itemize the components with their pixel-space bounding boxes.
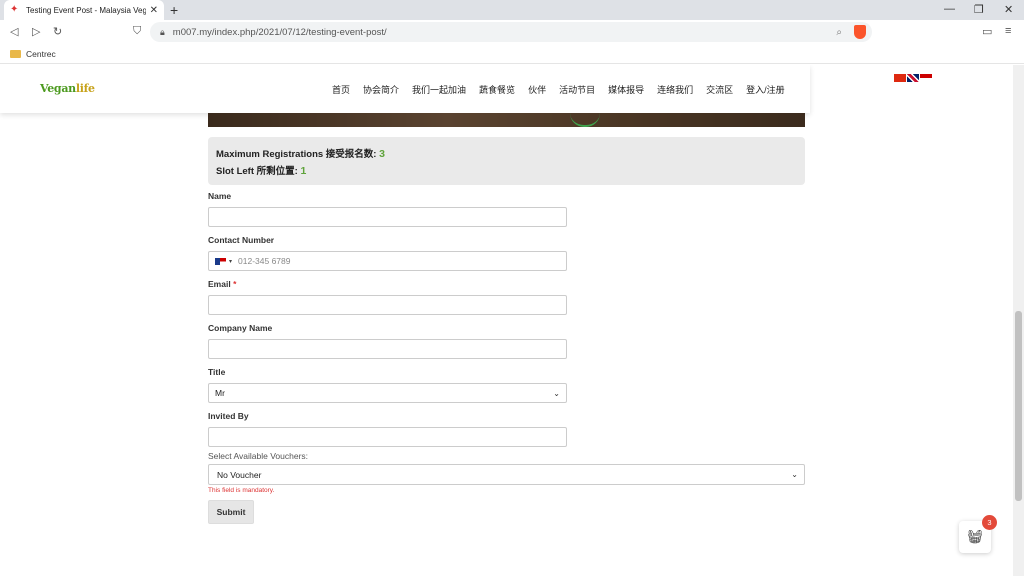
submit-button[interactable]: Submit xyxy=(208,500,254,524)
voucher-selected-value: No Voucher xyxy=(217,469,262,480)
nav-item-forum[interactable]: 交流区 xyxy=(706,83,733,96)
malay-flag-icon[interactable] xyxy=(920,74,932,82)
voucher-error-message: This field is mandatory. xyxy=(208,487,275,494)
address-bar[interactable]: 🔒︎ m007.my/index.php/2021/07/12/testing-… xyxy=(150,22,872,42)
malaysia-flag-icon[interactable] xyxy=(215,257,226,265)
page-scrollbar[interactable] xyxy=(1013,65,1024,576)
reload-icon[interactable]: ↻ xyxy=(53,25,62,38)
nav-item-join[interactable]: 我们一起加油 xyxy=(412,83,466,96)
contact-label: Contact Number xyxy=(208,235,275,245)
folder-icon xyxy=(10,49,21,58)
slots-left: Slot Left 所剩位置: 1 xyxy=(216,163,797,180)
logo-main: Vegan xyxy=(40,82,76,95)
language-switcher xyxy=(894,74,933,82)
cart-button[interactable]: 🧺︎ 3 xyxy=(959,515,997,553)
contact-placeholder: 012-345 6789 xyxy=(238,256,291,266)
max-registrations-label: Maximum Registrations 接受报名数: xyxy=(216,149,377,160)
bookmark-icon[interactable]: ⛉ xyxy=(133,25,141,38)
site-favicon-icon: ✦ xyxy=(10,4,19,15)
restore-icon[interactable]: ❐ xyxy=(974,3,984,16)
url-text: m007.my/index.php/2021/07/12/testing-eve… xyxy=(172,26,387,38)
voucher-select[interactable]: No Voucher ⌄ xyxy=(208,464,805,485)
company-field-group: Company Name xyxy=(208,323,567,359)
max-registrations-value: 3 xyxy=(379,148,385,160)
logo-accent: life xyxy=(75,82,95,95)
lock-icon: 🔒︎ xyxy=(160,26,165,37)
email-field-group: Email * xyxy=(208,279,567,315)
main-nav: 首页 协会简介 我们一起加油 蔬食餐览 伙伴 活动节目 媒体报导 连络我们 交流… xyxy=(332,83,785,96)
back-icon[interactable]: ◁ xyxy=(10,25,18,38)
registration-info-box: Maximum Registrations 接受报名数: 3 Slot Left… xyxy=(208,137,805,185)
country-dropdown-icon[interactable]: ▾ xyxy=(229,258,232,265)
bookmark-folder-centrec[interactable]: Centrec xyxy=(26,49,56,59)
wallet-icon[interactable]: ▭ xyxy=(982,25,992,38)
company-label: Company Name xyxy=(208,323,273,333)
contact-field-group: Contact Number ▾ 012-345 6789 xyxy=(208,235,567,271)
new-tab-icon[interactable]: + xyxy=(170,2,178,18)
nav-item-partners[interactable]: 伙伴 xyxy=(528,83,546,96)
slots-left-value: 1 xyxy=(300,165,307,177)
max-registrations: Maximum Registrations 接受报名数: 3 xyxy=(216,146,797,163)
nav-item-contact[interactable]: 连络我们 xyxy=(657,83,693,96)
title-select[interactable]: Mr ⌄ xyxy=(208,383,567,403)
title-field-group: Title Mr ⌄ xyxy=(208,367,567,403)
tab-title: Testing Event Post - Malaysia Veg xyxy=(26,5,146,15)
email-input[interactable] xyxy=(208,295,567,315)
chevron-down-icon: ⌄ xyxy=(791,470,798,479)
invited-label: Invited By xyxy=(208,411,249,421)
event-banner-image xyxy=(208,113,805,127)
required-marker: * xyxy=(233,279,237,289)
nav-item-login[interactable]: 登入/注册 xyxy=(746,83,785,96)
close-window-icon[interactable]: ✕ xyxy=(1004,3,1013,16)
menu-icon[interactable]: ≡ xyxy=(1005,25,1011,37)
slots-left-label: Slot Left 所剩位置: xyxy=(216,166,298,177)
title-label: Title xyxy=(208,367,226,377)
contact-number-input[interactable]: ▾ 012-345 6789 xyxy=(208,251,567,271)
voucher-field-group: Select Available Vouchers: No Voucher ⌄ … xyxy=(208,451,805,494)
forward-icon[interactable]: ▷ xyxy=(32,25,40,38)
invited-field-group: Invited By xyxy=(208,411,567,447)
zoom-icon[interactable]: ⌕ xyxy=(836,27,842,38)
chinese-flag-icon[interactable] xyxy=(894,74,906,82)
company-name-input[interactable] xyxy=(208,339,567,359)
browser-tab-bar: ✦ Testing Event Post - Malaysia Veg ✕ + … xyxy=(0,0,1024,20)
chevron-down-icon: ⌄ xyxy=(553,388,560,398)
name-field-group: Name xyxy=(208,191,567,227)
invited-by-input[interactable] xyxy=(208,427,567,447)
name-label: Name xyxy=(208,191,232,201)
site-header: Veganlife 首页 协会简介 我们一起加油 蔬食餐览 伙伴 活动节目 媒体… xyxy=(0,65,810,113)
nav-item-home[interactable]: 首页 xyxy=(332,83,350,96)
browser-tab[interactable]: ✦ Testing Event Post - Malaysia Veg ✕ xyxy=(4,0,164,20)
title-selected-value: Mr xyxy=(215,388,225,398)
basket-icon: 🧺︎ xyxy=(966,529,984,544)
cart-count-badge: 3 xyxy=(982,515,997,530)
nav-item-food[interactable]: 蔬食餐览 xyxy=(479,83,515,96)
email-label-text: Email xyxy=(208,279,231,289)
english-flag-icon[interactable] xyxy=(907,74,919,82)
page-content: Veganlife 首页 协会简介 我们一起加油 蔬食餐览 伙伴 活动节目 媒体… xyxy=(0,65,1013,576)
email-label: Email * xyxy=(208,279,567,289)
nav-item-about[interactable]: 协会简介 xyxy=(363,83,399,96)
nav-item-media[interactable]: 媒体报导 xyxy=(608,83,644,96)
site-logo[interactable]: Veganlife xyxy=(40,82,95,95)
browser-toolbar: ◁ ▷ ↻ ⛉ 🔒︎ m007.my/index.php/2021/07/12/… xyxy=(0,20,1024,44)
bookmarks-bar: Centrec xyxy=(0,44,1024,64)
scrollbar-thumb[interactable] xyxy=(1015,311,1022,501)
name-input[interactable] xyxy=(208,207,567,227)
minimize-icon[interactable]: — xyxy=(944,3,955,15)
brave-shield-icon[interactable] xyxy=(854,25,866,39)
close-tab-icon[interactable]: ✕ xyxy=(150,5,158,16)
voucher-label: Select Available Vouchers: xyxy=(208,451,309,461)
nav-item-events[interactable]: 活动节目 xyxy=(559,83,595,96)
